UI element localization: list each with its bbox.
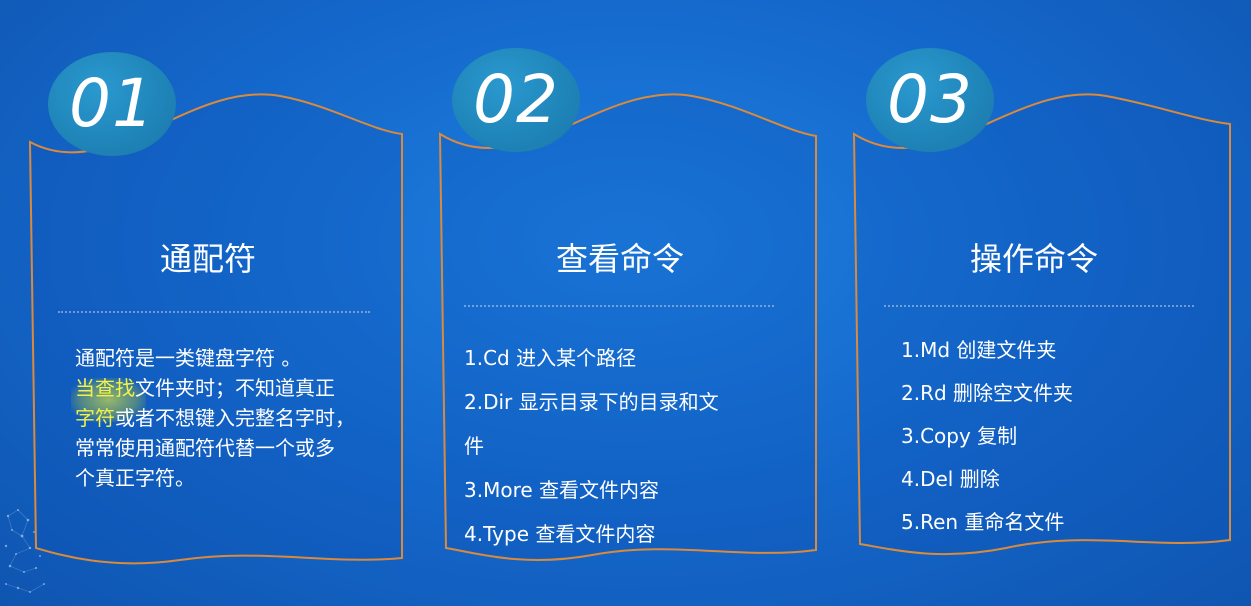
panel-view-commands: 02 查看命令 1.Cd 进入某个路径 2.Dir 显示目录下的目录和文 件 3… xyxy=(412,0,832,606)
panel-number: 03 xyxy=(887,61,973,138)
divider xyxy=(464,305,774,307)
operation-command-list: 1.Md 创建文件夹 2.Rd 删除空文件夹 3.Copy 复制 4.Del 删… xyxy=(901,334,1073,549)
number-badge: 03 xyxy=(866,48,994,152)
description-line: 字符或者不想键入完整名字时， xyxy=(75,403,405,433)
description-text: 文件夹时；不知道真正 xyxy=(135,376,335,400)
highlighted-text: 字符 xyxy=(75,406,115,430)
view-command-list: 1.Cd 进入某个路径 2.Dir 显示目录下的目录和文 件 3.More 查看… xyxy=(464,342,719,562)
highlighted-text: 当查找 xyxy=(75,376,135,400)
number-badge: 01 xyxy=(48,52,176,156)
list-item: 3.More 查看文件内容 xyxy=(464,478,660,502)
number-badge: 02 xyxy=(452,48,580,152)
list-item: 1.Md 创建文件夹 xyxy=(901,338,1057,362)
description-line: 个真正字符。 xyxy=(75,466,195,490)
wildcard-description: 通配符是一类键盘字符 。 当查找文件夹时；不知道真正 字符或者不想键入完整名字时… xyxy=(75,343,405,493)
list-item: 4.Type 查看文件内容 xyxy=(464,522,656,546)
panel-title: 操作命令 xyxy=(969,240,1098,278)
description-line: 当查找文件夹时；不知道真正 xyxy=(75,373,405,403)
divider xyxy=(58,311,370,313)
description-line: 通配符是一类键盘字符 。 xyxy=(75,346,302,370)
list-item: 件 xyxy=(464,434,484,458)
panel-number: 02 xyxy=(473,61,559,138)
list-item: 5.Ren 重命名文件 xyxy=(901,510,1065,534)
description-text: 或者不想键入完整名字时， xyxy=(115,406,355,430)
panel-wildcard: 01 通配符 通配符是一类键盘字符 。 当查找文件夹时；不知道真正 字符或者不想… xyxy=(0,0,420,606)
list-item: 1.Cd 进入某个路径 xyxy=(464,346,637,370)
panel-title: 查看命令 xyxy=(555,240,684,278)
divider xyxy=(884,305,1194,307)
panel-operation-commands: 03 操作命令 1.Md 创建文件夹 2.Rd 删除空文件夹 3.Copy 复制… xyxy=(826,0,1246,606)
panel-title: 通配符 xyxy=(159,240,256,278)
panel-number: 01 xyxy=(69,65,155,142)
list-item: 4.Del 删除 xyxy=(901,467,1000,491)
list-item: 3.Copy 复制 xyxy=(901,424,1018,448)
list-item: 2.Rd 删除空文件夹 xyxy=(901,381,1074,405)
list-item: 2.Dir 显示目录下的目录和文 xyxy=(464,390,719,414)
description-line: 常常使用通配符代替一个或多 xyxy=(75,436,335,460)
